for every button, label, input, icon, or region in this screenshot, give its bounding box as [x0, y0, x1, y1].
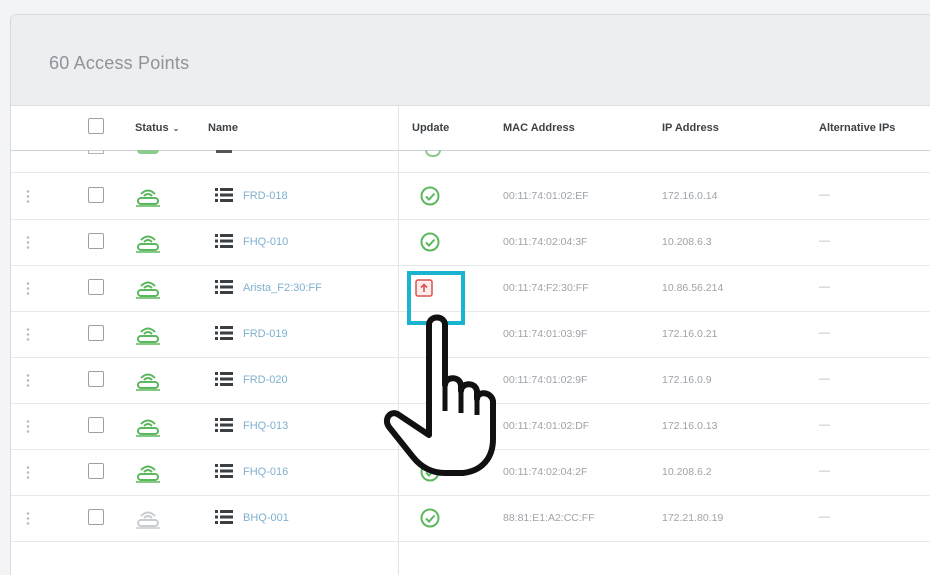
table-row-partial [11, 150, 930, 173]
access-point-name-link[interactable]: FHQ-016 [243, 466, 288, 478]
access-point-online-icon [135, 231, 161, 253]
drag-handle-icon[interactable] [26, 327, 30, 343]
row-checkbox[interactable] [88, 371, 104, 387]
access-point-online-icon [135, 185, 161, 207]
check-circle-icon [425, 150, 441, 157]
column-name[interactable]: Name [208, 122, 238, 134]
access-point-online-icon [137, 150, 159, 154]
access-point-name-link[interactable]: FRD-020 [243, 374, 288, 386]
access-point-name-link[interactable]: BHQ-001 [243, 512, 289, 524]
panel-title: 60 Access Points [49, 53, 190, 73]
alternative-ips: — [819, 419, 830, 431]
alternative-ips: — [819, 281, 830, 293]
column-status[interactable]: Status ⌄ [135, 122, 179, 134]
column-update[interactable]: Update [412, 122, 449, 134]
sort-caret-icon[interactable]: ⌄ [173, 124, 180, 133]
hand-pointer-icon [383, 314, 496, 476]
column-ip-address[interactable]: IP Address [662, 122, 719, 134]
check-circle-icon [419, 231, 441, 253]
ip-address: 10.208.6.2 [662, 466, 712, 478]
ip-address: 172.21.80.19 [662, 512, 724, 524]
drag-handle-icon[interactable] [26, 373, 30, 389]
row-checkbox[interactable] [88, 463, 104, 479]
mac-address: 00:11:74:02:04:2F [503, 466, 588, 478]
access-point-name-link[interactable]: FRD-018 [243, 190, 288, 202]
access-point-name-link[interactable]: FHQ-010 [243, 236, 288, 248]
access-point-online-icon [135, 415, 161, 437]
access-point-online-icon [135, 461, 161, 483]
mac-address: 00:11:74:01:02:9F [503, 374, 588, 386]
list-icon [216, 150, 232, 153]
column-status-label: Status [135, 122, 169, 134]
mac-address: 00:11:74:F2:30:FF [503, 282, 589, 294]
ip-address: 172.16.0.9 [662, 374, 712, 386]
panel-header: 60 Access Points [11, 15, 930, 106]
list-icon[interactable] [215, 187, 233, 203]
list-icon[interactable] [215, 279, 233, 295]
row-checkbox[interactable] [88, 279, 104, 295]
ip-address: 10.86.56.214 [662, 282, 724, 294]
list-icon[interactable] [215, 325, 233, 341]
access-point-name-link[interactable]: FHQ-013 [243, 420, 288, 432]
access-point-online-icon [135, 323, 161, 345]
mac-address: 00:11:74:01:02:DF [503, 420, 590, 432]
drag-handle-icon[interactable] [26, 189, 30, 205]
alternative-ips: — [819, 235, 830, 247]
row-checkbox[interactable] [88, 417, 104, 433]
access-point-name-link[interactable]: Arista_F2:30:FF [243, 282, 322, 294]
alternative-ips: — [819, 327, 830, 339]
access-points-panel: 60 Access Points Status ⌄ Name Update MAC… [10, 14, 930, 575]
alternative-ips: — [819, 465, 830, 477]
column-alternative-ips[interactable]: Alternative IPs [819, 122, 895, 134]
list-icon[interactable] [215, 233, 233, 249]
table-header: Status ⌄ Name Update MAC Address IP Addre… [11, 106, 930, 151]
ip-address: 172.16.0.13 [662, 420, 718, 432]
check-circle-icon [419, 507, 441, 529]
list-icon[interactable] [215, 509, 233, 525]
mac-address: 00:11:74:01:02:EF [503, 190, 589, 202]
access-point-offline-icon [135, 507, 161, 529]
alternative-ips: — [819, 189, 830, 201]
row-checkbox[interactable] [88, 187, 104, 203]
table-row[interactable]: FRD-018 00:11:74:01:02:EF 172.16.0.14 — [11, 173, 930, 220]
ip-address: 172.16.0.14 [662, 190, 718, 202]
row-checkbox[interactable] [88, 325, 104, 341]
mac-address: 00:11:74:01:03:9F [503, 328, 588, 340]
access-point-online-icon [135, 277, 161, 299]
row-checkbox[interactable] [88, 233, 104, 249]
drag-handle-icon[interactable] [26, 511, 30, 527]
table-row[interactable]: BHQ-001 88:81:E1:A2:CC:FF 172.21.80.19 — [11, 495, 930, 542]
alternative-ips: — [819, 511, 830, 523]
row-checkbox-partial [88, 150, 104, 154]
mac-address: 00:11:74:02:04:3F [503, 236, 588, 248]
mac-address: 88:81:E1:A2:CC:FF [503, 512, 595, 524]
ip-address: 10.208.6.3 [662, 236, 712, 248]
access-point-name-link[interactable]: FRD-019 [243, 328, 288, 340]
list-icon[interactable] [215, 417, 233, 433]
drag-handle-icon[interactable] [26, 281, 30, 297]
table-row[interactable]: FHQ-010 00:11:74:02:04:3F 10.208.6.3 — [11, 219, 930, 266]
access-point-online-icon [135, 369, 161, 391]
ip-address: 172.16.0.21 [662, 328, 718, 340]
column-mac-address[interactable]: MAC Address [503, 122, 575, 134]
alternative-ips: — [819, 373, 830, 385]
drag-handle-icon[interactable] [26, 419, 30, 435]
list-icon[interactable] [215, 463, 233, 479]
drag-handle-icon[interactable] [26, 235, 30, 251]
drag-handle-icon[interactable] [26, 465, 30, 481]
table-row[interactable]: Arista_F2:30:FF 00:11:74:F2:30:FF 10.86.56… [11, 265, 930, 312]
row-checkbox[interactable] [88, 509, 104, 525]
select-all-checkbox[interactable] [88, 118, 104, 134]
list-icon[interactable] [215, 371, 233, 387]
check-circle-icon [419, 185, 441, 207]
